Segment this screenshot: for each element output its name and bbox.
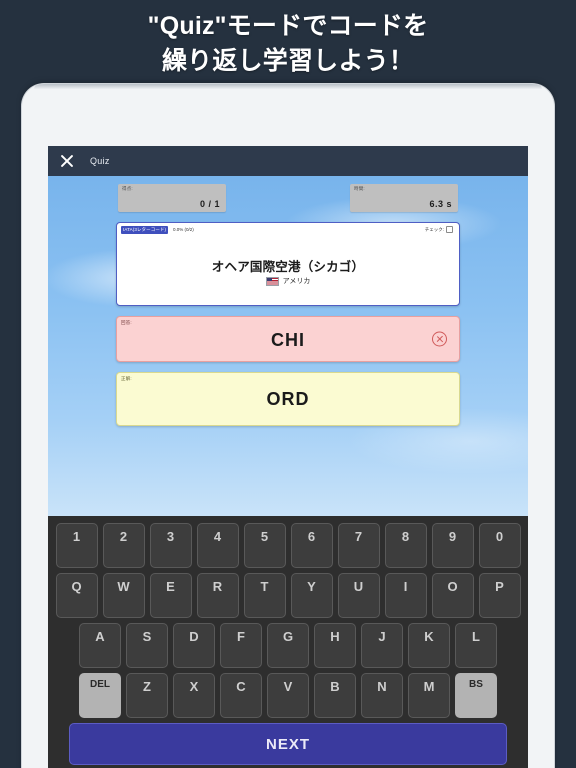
timer-box: 時間: 6.3 s xyxy=(350,184,458,212)
key-2[interactable]: 2 xyxy=(102,523,145,568)
progress-percent: 0.0% (0/2) xyxy=(173,226,194,232)
tablet-device-frame: Quiz 得点: 0 / 1 時間: 6.3 s IATA(3レターコード) 0… xyxy=(22,84,554,768)
key-b[interactable]: B xyxy=(314,673,356,718)
promo-header: "Quiz"モードでコードを 繰り返し学習しよう！ xyxy=(0,0,576,88)
country-label: アメリカ xyxy=(282,278,311,285)
category-badge: IATA(3レターコード) xyxy=(121,226,169,234)
keyboard-row-2: QWERTYUIOP xyxy=(54,573,522,618)
quiz-content-area: 得点: 0 / 1 時間: 6.3 s IATA(3レターコード) 0.0% (… xyxy=(48,176,528,516)
on-screen-keyboard: 1 2 3 4 5 6 7 8 9 0 Q W E R T Y U I O P A S D F G H J K L DEL Z X C V B N M B… xyxy=(48,516,528,768)
key-g[interactable]: G xyxy=(267,623,309,668)
key-u[interactable]: U xyxy=(337,573,380,618)
promo-line-2: 繰り返し学習しよう！ xyxy=(161,47,414,75)
key-l[interactable]: L xyxy=(455,623,497,668)
answer-label: 回答: xyxy=(121,320,132,325)
app-screen: Quiz 得点: 0 / 1 時間: 6.3 s IATA(3レターコード) 0… xyxy=(48,146,528,768)
check-control[interactable]: チェック: xyxy=(425,226,453,233)
key-d[interactable]: D xyxy=(173,623,215,668)
us-flag-icon xyxy=(265,276,279,286)
key-bs[interactable]: BS xyxy=(455,673,497,718)
question-country: アメリカ xyxy=(117,276,459,286)
key-3[interactable]: 3 xyxy=(149,523,192,568)
key-k[interactable]: K xyxy=(408,623,450,668)
key-f[interactable]: F xyxy=(220,623,262,668)
close-icon[interactable] xyxy=(58,152,76,170)
key-7[interactable]: 7 xyxy=(337,523,380,568)
score-value: 0 / 1 xyxy=(199,199,220,209)
correct-label: 正解: xyxy=(121,376,132,381)
score-box: 得点: 0 / 1 xyxy=(118,184,226,212)
answer-value: CHI xyxy=(271,330,305,350)
key-del[interactable]: DEL xyxy=(79,673,121,718)
next-button[interactable]: NEXT xyxy=(69,723,507,765)
key-t[interactable]: T xyxy=(243,573,286,618)
correct-answer-card: 正解: ORD xyxy=(116,372,460,426)
key-4[interactable]: 4 xyxy=(196,523,239,568)
correct-value: ORD xyxy=(266,389,310,409)
key-o[interactable]: O xyxy=(431,573,474,618)
question-card: IATA(3レターコード) 0.0% (0/2) チェック: オヘア国際空港（シ… xyxy=(116,222,460,306)
question-text: オヘア国際空港（シカゴ） xyxy=(211,260,365,274)
tablet-top-glare xyxy=(34,84,542,89)
app-top-bar: Quiz xyxy=(48,146,528,176)
key-9[interactable]: 9 xyxy=(431,523,474,568)
key-p[interactable]: P xyxy=(478,573,521,618)
key-q[interactable]: Q xyxy=(55,573,98,618)
circle-x-icon xyxy=(432,331,447,347)
key-x[interactable]: X xyxy=(173,673,215,718)
keyboard-row-3: ASDFGHJKL xyxy=(54,623,522,668)
key-s[interactable]: S xyxy=(126,623,168,668)
key-h[interactable]: H xyxy=(314,623,356,668)
key-i[interactable]: I xyxy=(384,573,427,618)
stats-row: 得点: 0 / 1 時間: 6.3 s xyxy=(48,184,528,212)
key-z[interactable]: Z xyxy=(126,673,168,718)
timer-label: 時間: xyxy=(354,186,365,191)
keyboard-row-1: 1234567890 xyxy=(54,523,522,568)
key-8[interactable]: 8 xyxy=(384,523,427,568)
key-a[interactable]: A xyxy=(79,623,121,668)
key-y[interactable]: Y xyxy=(290,573,333,618)
key-j[interactable]: J xyxy=(361,623,403,668)
user-answer-card: 回答: CHI xyxy=(116,316,460,362)
key-e[interactable]: E xyxy=(149,573,192,618)
keyboard-rows: 1 2 3 4 5 6 7 8 9 0 Q W E R T Y U I O P A S D F G H J K L DEL Z X C V B N M B… xyxy=(54,523,522,718)
promo-line-1: "Quiz"モードでコードを xyxy=(147,11,429,40)
key-5[interactable]: 5 xyxy=(243,523,286,568)
app-title: Quiz xyxy=(90,156,110,166)
key-1[interactable]: 1 xyxy=(55,523,98,568)
key-c[interactable]: C xyxy=(220,673,262,718)
key-w[interactable]: W xyxy=(102,573,145,618)
check-checkbox[interactable] xyxy=(446,226,453,233)
key-r[interactable]: R xyxy=(196,573,239,618)
check-label: チェック: xyxy=(424,226,444,232)
keyboard-row-4: DEL Z X C V B N M BS xyxy=(54,673,522,718)
score-label: 得点: xyxy=(122,186,133,191)
timer-value: 6.3 s xyxy=(429,199,452,209)
key-m[interactable]: M xyxy=(408,673,450,718)
key-6[interactable]: 6 xyxy=(290,523,333,568)
key-v[interactable]: V xyxy=(267,673,309,718)
key-0[interactable]: 0 xyxy=(478,523,521,568)
key-n[interactable]: N xyxy=(361,673,403,718)
